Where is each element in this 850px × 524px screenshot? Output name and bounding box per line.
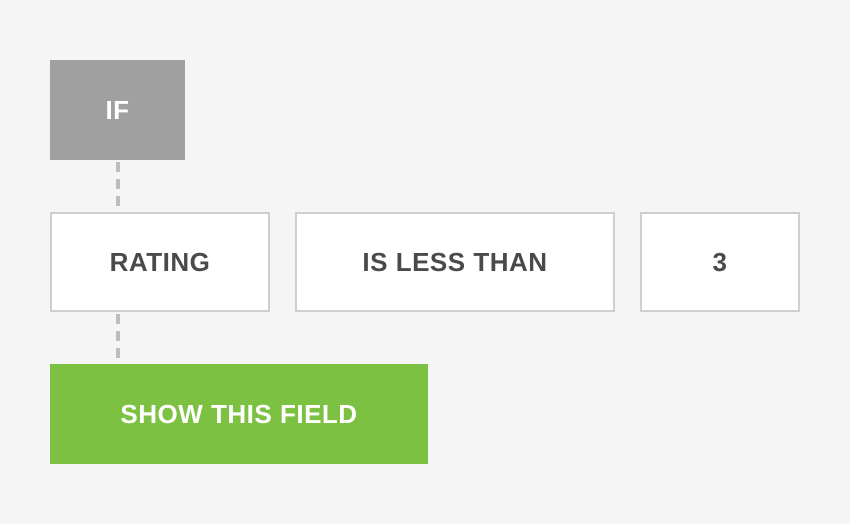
condition-field: RATING <box>110 247 211 278</box>
condition-field-block: RATING <box>50 212 270 312</box>
condition-operator-block: IS LESS THAN <box>295 212 615 312</box>
action-block: SHOW THIS FIELD <box>50 364 428 464</box>
connector-line <box>116 162 120 212</box>
condition-operator: IS LESS THAN <box>362 247 547 278</box>
condition-value: 3 <box>713 247 728 278</box>
action-label: SHOW THIS FIELD <box>120 399 357 430</box>
condition-value-block: 3 <box>640 212 800 312</box>
condition-keyword-block: IF <box>50 60 185 160</box>
condition-keyword: IF <box>105 95 129 126</box>
connector-line <box>116 314 120 364</box>
